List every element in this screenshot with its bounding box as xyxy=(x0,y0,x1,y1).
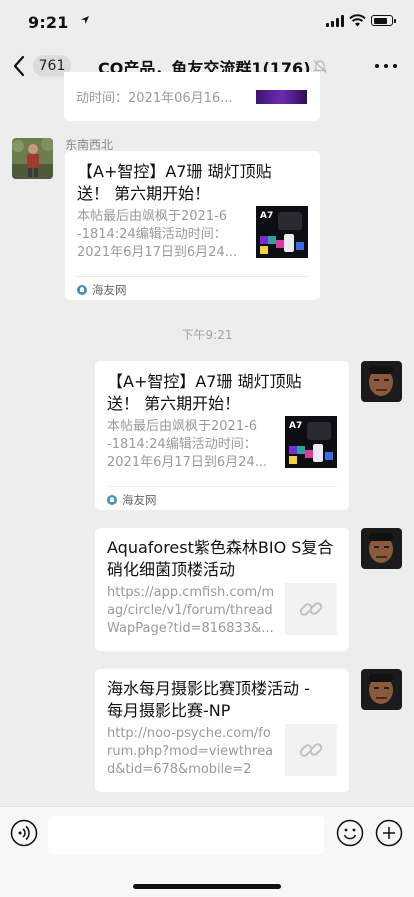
status-time: 9:21 xyxy=(28,13,69,32)
card-source: 海友网 xyxy=(107,492,157,508)
card-url-line: ag/circle/v1/forum/thread xyxy=(107,603,273,618)
cellular-signal-icon xyxy=(326,15,346,27)
card-source-label: 海友网 xyxy=(92,283,127,297)
chat-input-bar xyxy=(0,806,414,897)
card-url-line: https://app.cmfish.com/m xyxy=(107,585,275,600)
card-title-line: 硝化细菌顶楼活动 xyxy=(107,560,236,579)
card-desc-line: 2021年6月17日到6月24... xyxy=(107,455,268,470)
card-source-label: 海友网 xyxy=(122,493,157,507)
card-title-line: 【A+智控】A7珊 瑚灯顶贴 xyxy=(77,162,272,181)
app-source-icon xyxy=(107,495,117,505)
card-desc-line: 本帖最后由飒枫于2021-6 xyxy=(77,209,228,224)
my-avatar[interactable] xyxy=(361,361,402,402)
card-desc-line: 2021年6月17日到6月24... xyxy=(77,245,238,260)
thumbnail-label: A7 xyxy=(260,211,273,221)
chain-link-icon xyxy=(299,743,323,757)
back-chevron-icon[interactable] xyxy=(12,54,26,78)
status-bar: 9:21 xyxy=(0,0,414,44)
card-title-line: Aquaforest紫色森林BIO S复合 xyxy=(107,538,334,557)
my-avatar[interactable] xyxy=(361,528,402,569)
card-desc-line: -1814:24编辑活动时间： xyxy=(77,227,227,242)
voice-input-icon[interactable] xyxy=(10,819,38,847)
location-arrow-icon xyxy=(81,16,89,24)
link-card-incoming[interactable]: 【A+智控】A7珊 瑚灯顶贴 送！ 第六期开始！ 本帖最后由飒枫于2021-6 … xyxy=(65,151,320,300)
home-indicator xyxy=(133,884,281,889)
card-title-line: 送！ 第六期开始！ xyxy=(107,394,241,413)
card-url-line: rum.php?mod=viewthrea xyxy=(107,744,274,759)
card-title-line: 海水每月摄影比赛顶楼活动 - xyxy=(107,679,310,698)
more-options-icon[interactable] xyxy=(375,64,397,70)
card-divider xyxy=(107,486,337,487)
thumbnail-label: A7 xyxy=(289,421,302,431)
card-title-line: 每月摄影比赛-NP xyxy=(107,701,231,720)
wifi-icon xyxy=(349,14,366,27)
message-timestamp: 下午9:21 xyxy=(181,328,233,342)
card-source: 海友网 xyxy=(77,282,127,298)
article-thumbnail: A7 xyxy=(285,416,337,468)
card-url-line: http://noo-psyche.com/fo xyxy=(107,726,271,741)
link-placeholder-thumbnail xyxy=(285,724,337,776)
battery-icon xyxy=(371,15,396,26)
partial-thumbnail xyxy=(256,90,307,104)
card-title-line: 【A+智控】A7珊 瑚灯顶贴 xyxy=(107,372,302,391)
app-source-icon xyxy=(77,285,87,295)
url-link-card[interactable]: Aquaforest紫色森林BIO S复合 硝化细菌顶楼活动 https://a… xyxy=(95,528,349,651)
emoji-icon[interactable] xyxy=(336,819,364,847)
card-url-line: WapPage?tid=816833&... xyxy=(107,621,274,636)
link-placeholder-thumbnail xyxy=(285,583,337,635)
link-card-outgoing[interactable]: 【A+智控】A7珊 瑚灯顶贴 送！ 第六期开始！ 本帖最后由飒枫于2021-6 … xyxy=(95,361,349,510)
add-attachment-icon[interactable] xyxy=(375,819,403,847)
url-link-card[interactable]: 海水每月摄影比赛顶楼活动 - 每月摄影比赛-NP http://noo-psyc… xyxy=(95,669,349,792)
partial-message-card[interactable]: 动时间：2021年06月16... xyxy=(64,72,320,121)
chain-link-icon xyxy=(299,602,323,616)
sender-avatar[interactable] xyxy=(12,138,53,179)
card-divider xyxy=(77,276,308,277)
card-url-line: d&tid=678&mobile=2 xyxy=(107,762,252,777)
article-thumbnail: A7 xyxy=(256,206,308,258)
my-avatar[interactable] xyxy=(361,669,402,710)
partial-message-desc: 动时间：2021年06月16... xyxy=(76,91,233,106)
card-title-line: 送！ 第六期开始！ xyxy=(77,184,211,203)
card-desc-line: -1814:24编辑活动时间： xyxy=(107,437,257,452)
card-desc-line: 本帖最后由飒枫于2021-6 xyxy=(107,419,258,434)
message-input[interactable] xyxy=(48,816,324,854)
